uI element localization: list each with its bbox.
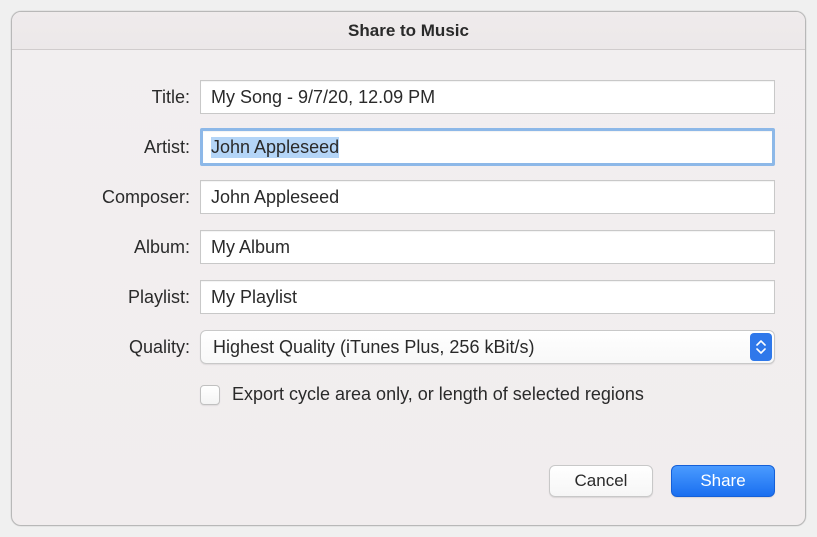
window-title: Share to Music xyxy=(348,21,469,41)
cancel-button[interactable]: Cancel xyxy=(549,465,653,497)
title-label: Title: xyxy=(42,87,200,108)
export-cycle-label: Export cycle area only, or length of sel… xyxy=(232,384,644,405)
select-arrows-icon xyxy=(750,333,772,361)
title-input[interactable] xyxy=(200,80,775,114)
playlist-label: Playlist: xyxy=(42,287,200,308)
composer-input[interactable] xyxy=(200,180,775,214)
quality-select-value: Highest Quality (iTunes Plus, 256 kBit/s… xyxy=(200,330,775,364)
dialog-content: Title: Artist: Composer: Album: Playlist… xyxy=(12,50,805,525)
quality-label: Quality: xyxy=(42,337,200,358)
album-label: Album: xyxy=(42,237,200,258)
artist-input[interactable] xyxy=(200,128,775,166)
export-cycle-row: Export cycle area only, or length of sel… xyxy=(200,384,775,405)
titlebar: Share to Music xyxy=(12,12,805,50)
title-row: Title: xyxy=(42,80,775,114)
artist-row: Artist: xyxy=(42,130,775,164)
share-to-music-dialog: Share to Music Title: Artist: Composer: … xyxy=(11,11,806,526)
artist-label: Artist: xyxy=(42,137,200,158)
export-cycle-checkbox[interactable] xyxy=(200,385,220,405)
album-input[interactable] xyxy=(200,230,775,264)
composer-label: Composer: xyxy=(42,187,200,208)
playlist-row: Playlist: xyxy=(42,280,775,314)
quality-select[interactable]: Highest Quality (iTunes Plus, 256 kBit/s… xyxy=(200,330,775,364)
playlist-input[interactable] xyxy=(200,280,775,314)
quality-row: Quality: Highest Quality (iTunes Plus, 2… xyxy=(42,330,775,364)
share-button[interactable]: Share xyxy=(671,465,775,497)
album-row: Album: xyxy=(42,230,775,264)
composer-row: Composer: xyxy=(42,180,775,214)
dialog-buttons: Cancel Share xyxy=(42,465,775,505)
